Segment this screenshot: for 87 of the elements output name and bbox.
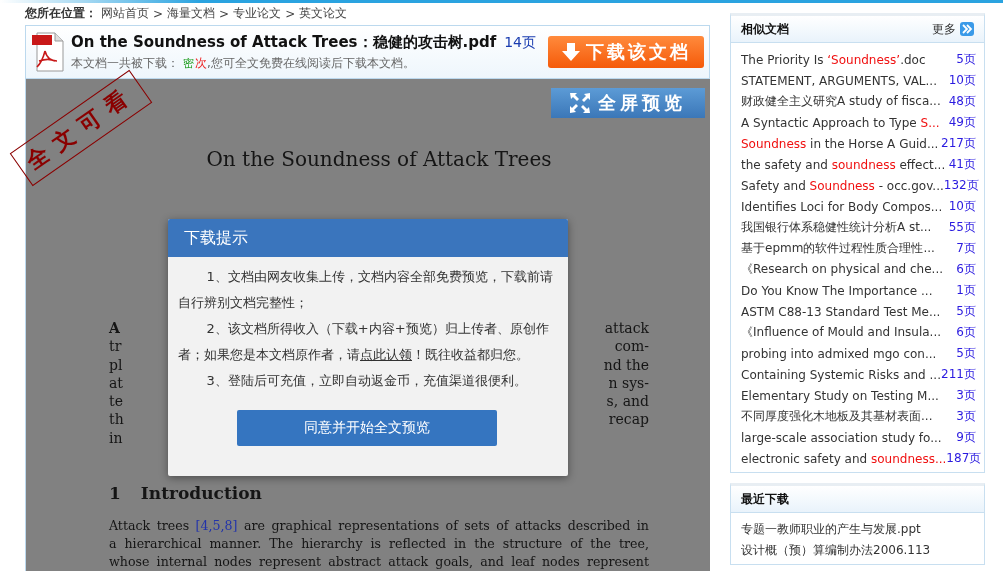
page-count: 211页 [941, 366, 976, 383]
document-link[interactable]: electronic safety and soundness... [741, 451, 947, 466]
download-count-label: 本文档一共被下载： [71, 54, 179, 72]
page-count: 3页 [956, 408, 976, 425]
abstract-text: s, and [606, 392, 649, 411]
document-link[interactable]: ASTM C88-13 Standard Test Me... [741, 304, 941, 319]
document-link[interactable]: Identifies Loci for Body Compos... [741, 199, 943, 214]
document-link[interactable]: 《Research on physical and che... [741, 261, 944, 278]
breadcrumb-separator: > [153, 6, 164, 21]
page-count: 48页 [948, 93, 976, 110]
document-link[interactable]: Do You Know The Importance ... [741, 283, 933, 298]
page-count: 5页 [956, 303, 976, 320]
panel-title: 相似文档 [741, 20, 789, 38]
section-number: 1 [109, 483, 121, 504]
document-link[interactable]: 不同厚度强化木地板及其基材表面... [741, 408, 933, 425]
document-title: On the Soundness of Attack Trees：稳健的攻击树.pdf [71, 32, 497, 52]
breadcrumb-separator: > [285, 6, 296, 21]
abstract-text: attack [604, 319, 649, 338]
page-count: 9页 [956, 429, 976, 446]
double-chevron-icon [960, 22, 974, 36]
breadcrumb-link[interactable]: 英文论文 [299, 5, 348, 22]
fullscreen-icon [570, 93, 590, 113]
document-link[interactable]: 我国银行体系稳健性统计分析A st... [741, 219, 932, 236]
more-link[interactable]: 更多 [932, 20, 974, 38]
paper-paragraph: Attack trees [4,5,8] are graphical representations of sets of attacks described in a hierarchical manner. The hierarchy is reflected in the structure of the tree, whose internal nodes represent abstract attack goals, and leaf nodes represent [109, 517, 649, 572]
page-count: 10页 [948, 72, 976, 89]
page-count: 132页 [943, 177, 979, 194]
document-link[interactable]: 《Influence of Mould and Insula... [741, 324, 942, 341]
dialog-text: 1、文档由网友收集上传，文档内容全部免费预览，下载前请自行辨别文档完整性； [178, 268, 554, 312]
page-count: 1页 [956, 282, 976, 299]
document-link[interactable]: Containing Systemic Risks and ... [741, 367, 941, 382]
breadcrumb-label: 您所在位置： [25, 5, 97, 22]
paper-title: On the Soundness of Attack Trees [205, 147, 553, 171]
agree-button[interactable]: 同意并开始全文预览 [237, 410, 497, 446]
page-count: 5页 [956, 345, 976, 362]
abstract-text: th [109, 410, 124, 429]
page-count: 3页 [956, 387, 976, 404]
page-count: 187页 [946, 450, 982, 467]
abstract-text: pl [109, 355, 123, 374]
breadcrumb-link[interactable]: 专业论文 [233, 5, 282, 22]
section-title: Introduction [140, 483, 262, 504]
abstract-text: n sys- [608, 373, 649, 393]
claim-link[interactable]: 点此认领 [360, 347, 412, 362]
abstract-text: recap [608, 410, 649, 429]
page-count: 5页 [956, 51, 976, 68]
page-count: 41页 [948, 156, 976, 173]
document-link[interactable]: 财政健全主义研究A study of fisca... [741, 93, 941, 110]
abstract-text: at [109, 373, 123, 393]
page-count: 7页 [956, 240, 976, 257]
abstract-text: te [109, 392, 123, 411]
document-link[interactable]: Safety and Soundness - occ.gov... [741, 178, 944, 193]
page-count: 49页 [948, 114, 976, 131]
document-link[interactable]: STATEMENT, ARGUMENTS, VAL... [741, 73, 937, 88]
fullscreen-button[interactable]: 全屏预览 [551, 88, 705, 118]
download-arrow-icon [561, 42, 580, 62]
download-unit: 次 [195, 54, 207, 72]
document-link[interactable]: Soundness in the Horse A Guid... [741, 136, 939, 151]
document-link[interactable]: 基于epmm的软件过程性质合理性... [741, 240, 935, 257]
abstract-text: in [109, 428, 123, 448]
document-link[interactable]: probing into admixed mgo con... [741, 346, 937, 361]
document-link[interactable]: 设计概（预）算编制办法2006.113 [741, 542, 931, 559]
page-count: 217页 [941, 135, 976, 152]
page-count: 6页 [956, 261, 976, 278]
download-count: 密 [183, 55, 194, 71]
document-link[interactable]: large-scale association study fo... [741, 430, 942, 445]
breadcrumb-separator: > [219, 6, 230, 21]
breadcrumb-link[interactable]: 海量文档 [167, 5, 216, 22]
abstract-text: tr [109, 337, 122, 356]
breadcrumb-link[interactable]: 网站首页 [101, 5, 149, 22]
dialog-text: 3、登陆后可充值，立即自动返金币，充值渠道很便利。 [205, 372, 528, 390]
document-link[interactable]: 专题一教师职业的产生与发展.ppt [741, 521, 921, 538]
abstract-text: com- [614, 337, 649, 356]
page-count: 55页 [948, 219, 976, 236]
pdf-file-icon [31, 31, 65, 73]
document-link[interactable]: the safety and soundness effect... [741, 157, 946, 172]
download-note: ,您可全文免费在线阅读后下载本文档。 [207, 54, 415, 72]
abstract-text: nd the [603, 355, 649, 374]
dialog-text: 2、该文档所得收入（下载+内容+预览）归上传者、原创作者；如果您是本文档原作者，请点此认领！既往收益都归您。 [178, 320, 550, 364]
document-link[interactable]: Elementary Study on Testing M... [741, 388, 939, 403]
page-count: 10页 [948, 198, 976, 215]
page-count: 14页 [504, 33, 537, 52]
document-link[interactable]: A Syntactic Approach to Type S... [741, 115, 940, 130]
document-link[interactable]: The Priority Is ‘Soundness’.doc [741, 52, 926, 67]
panel-title: 最近下载 [741, 490, 789, 508]
page-count: 6页 [956, 324, 976, 341]
dialog-title: 下载提示 [168, 219, 568, 257]
abstract-text: A [109, 319, 120, 338]
